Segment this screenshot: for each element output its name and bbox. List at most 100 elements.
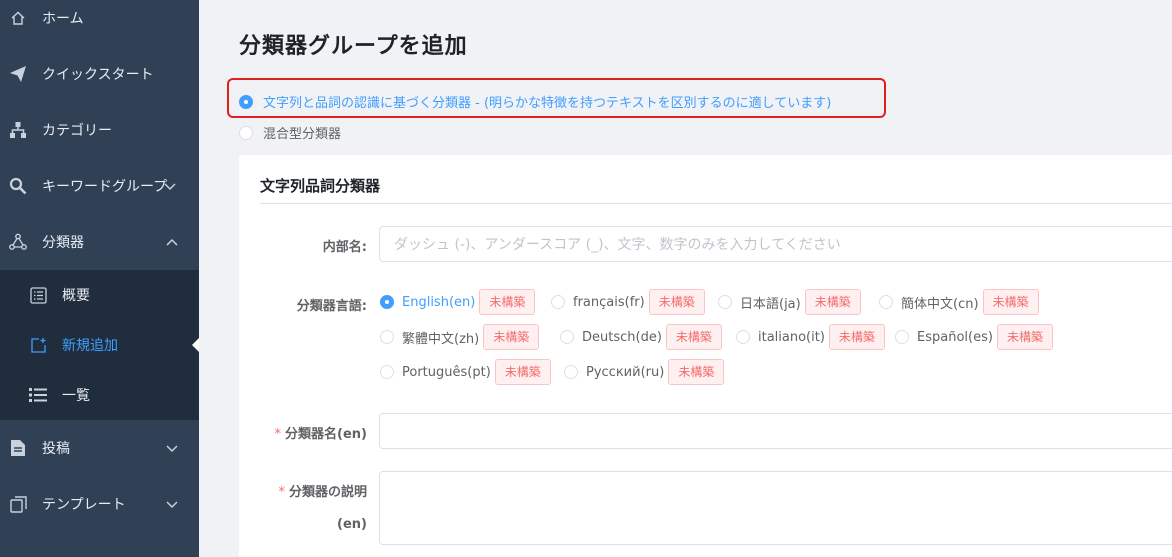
- radio-label: 文字列と品詞の認識に基づく分類器 - (明らかな特徴を持つテキストを区別するのに…: [263, 96, 832, 111]
- required-mark: *: [274, 427, 282, 442]
- language-option-es[interactable]: Español(es) 未構築: [895, 324, 1053, 350]
- chevron-down-icon: [166, 445, 178, 453]
- radio-button[interactable]: [380, 295, 394, 309]
- language-option-en[interactable]: English(en) 未構築: [380, 289, 536, 315]
- status-badge: 未構築: [982, 289, 1039, 315]
- description-label-line2: (en): [337, 517, 367, 532]
- status-badge: 未構築: [483, 324, 540, 350]
- internal-name-label: 内部名:: [322, 240, 367, 255]
- status-badge: 未構築: [828, 324, 885, 350]
- language-option-pt[interactable]: Português(pt) 未構築: [380, 359, 551, 385]
- input-placeholder: ダッシュ (-)、アンダースコア (_)、文字、数字のみを入力してください: [394, 237, 841, 253]
- list-icon: [28, 385, 48, 405]
- submenu-item-add-new[interactable]: 新規追加: [0, 320, 199, 370]
- language-name: italiano(it): [758, 329, 825, 345]
- sidebar-item-quickstart[interactable]: クイックスタート: [0, 46, 199, 102]
- form-card: 文字列品詞分類器 内部名: ダッシュ (-)、アンダースコア (_)、文字、数字…: [239, 155, 1172, 557]
- paper-plane-icon: [8, 64, 28, 84]
- sidebar-item-label: ホーム: [42, 11, 84, 27]
- classifier-name-input[interactable]: [379, 413, 1172, 449]
- status-badge: 未構築: [479, 289, 536, 315]
- key-search-icon: [8, 176, 28, 196]
- status-badge: 未構築: [648, 289, 705, 315]
- radio-button[interactable]: [736, 330, 750, 344]
- status-badge: 未構築: [668, 359, 725, 385]
- language-name: 繁體中文(zh): [402, 331, 480, 347]
- radio-button[interactable]: [239, 94, 253, 109]
- copy-icon: [8, 494, 28, 514]
- divider: [260, 203, 1172, 204]
- language-name: 簡体中文(cn): [901, 296, 979, 312]
- classifier-submenu: 概要 新規追加 一覧: [0, 270, 199, 420]
- radio-button[interactable]: [380, 330, 394, 344]
- radio-button[interactable]: [895, 330, 909, 344]
- radio-button[interactable]: [879, 295, 893, 309]
- submenu-item-label: 概要: [62, 288, 90, 304]
- main-content: 分類器グループを追加 文字列と品詞の認識に基づく分類器 - (明らかな特徴を持つ…: [199, 0, 1172, 557]
- home-icon: [8, 8, 28, 28]
- submenu-item-list[interactable]: 一覧: [0, 370, 199, 420]
- sidebar-item-label: 投稿: [42, 441, 70, 457]
- language-option-fr[interactable]: français(fr) 未構築: [551, 289, 705, 315]
- status-badge: 未構築: [494, 359, 551, 385]
- sidebar-item-classifier[interactable]: 分類器: [0, 214, 199, 270]
- status-badge: 未構築: [996, 324, 1053, 350]
- chevron-up-icon: [166, 238, 178, 246]
- language-name: Deutsch(de): [582, 329, 662, 345]
- description-label-line1: 分類器の説明: [288, 485, 367, 500]
- sitemap-icon: [8, 120, 28, 140]
- language-name: 日本語(ja): [740, 296, 801, 312]
- sidebar-item-label: 分類器: [42, 235, 84, 251]
- sidebar-item-category[interactable]: カテゴリー: [0, 102, 199, 158]
- status-badge: 未構築: [665, 324, 722, 350]
- classifier-description-textarea[interactable]: [379, 471, 1172, 545]
- radio-button[interactable]: [718, 295, 732, 309]
- submenu-item-label: 一覧: [62, 388, 90, 404]
- chevron-down-icon: [166, 501, 178, 509]
- language-option-cn[interactable]: 簡体中文(cn) 未構築: [879, 289, 1039, 315]
- submenu-item-label: 新規追加: [62, 338, 118, 354]
- add-square-icon: [28, 335, 48, 355]
- language-name: Português(pt): [402, 364, 491, 380]
- page-title: 分類器グループを追加: [239, 34, 468, 59]
- sidebar-item-label: カテゴリー: [42, 123, 112, 139]
- language-option-zh[interactable]: 繁體中文(zh) 未構築: [380, 324, 540, 350]
- language-option-ja[interactable]: 日本語(ja) 未構築: [718, 289, 861, 315]
- language-name: Русский(ru): [586, 364, 665, 380]
- classifier-type-string-pos[interactable]: 文字列と品詞の認識に基づく分類器 - (明らかな特徴を持つテキストを区別するのに…: [239, 92, 831, 111]
- sidebar-item-templates[interactable]: テンプレート: [0, 476, 199, 532]
- radio-button[interactable]: [564, 365, 578, 379]
- radio-button[interactable]: [551, 295, 565, 309]
- document-icon: [8, 438, 28, 458]
- sidebar-item-keyword-group[interactable]: キーワードグループ: [0, 158, 199, 214]
- sidebar-item-label: テンプレート: [42, 497, 126, 513]
- radio-label: 混合型分類器: [263, 127, 342, 142]
- classifier-languages-label: 分類器言語:: [296, 299, 367, 314]
- sidebar: ホーム クイックスタート カテゴリー キーワードグループ 分類器 概要 新規追加…: [0, 0, 199, 557]
- section-title: 文字列品詞分類器: [260, 177, 381, 195]
- radio-button[interactable]: [380, 365, 394, 379]
- list-box-icon: [28, 285, 48, 305]
- sidebar-item-home[interactable]: ホーム: [0, 0, 199, 46]
- classifier-description-label: * 分類器の説明: [278, 481, 367, 500]
- radio-button[interactable]: [239, 125, 253, 140]
- chevron-down-icon: [164, 183, 176, 191]
- active-indicator: [192, 338, 199, 352]
- radio-button[interactable]: [560, 330, 574, 344]
- status-badge: 未構築: [804, 289, 861, 315]
- internal-name-input[interactable]: ダッシュ (-)、アンダースコア (_)、文字、数字のみを入力してください: [379, 226, 1172, 262]
- sidebar-item-label: クイックスタート: [42, 67, 154, 83]
- sidebar-item-posts[interactable]: 投稿: [0, 420, 199, 476]
- required-mark: *: [278, 485, 285, 500]
- language-name: Español(es): [917, 329, 993, 345]
- language-option-de[interactable]: Deutsch(de) 未構築: [560, 324, 722, 350]
- language-name: English(en): [402, 294, 476, 310]
- submenu-item-overview[interactable]: 概要: [0, 270, 199, 320]
- classifier-name-label: * 分類器名(en): [275, 423, 367, 442]
- nodes-icon: [8, 232, 28, 252]
- classifier-name-label-text: 分類器名(en): [285, 427, 367, 442]
- sidebar-item-label: キーワードグループ: [42, 179, 168, 195]
- language-option-ru[interactable]: Русский(ru) 未構築: [564, 359, 725, 385]
- classifier-type-hybrid[interactable]: 混合型分類器: [239, 123, 341, 142]
- language-option-it[interactable]: italiano(it) 未構築: [736, 324, 885, 350]
